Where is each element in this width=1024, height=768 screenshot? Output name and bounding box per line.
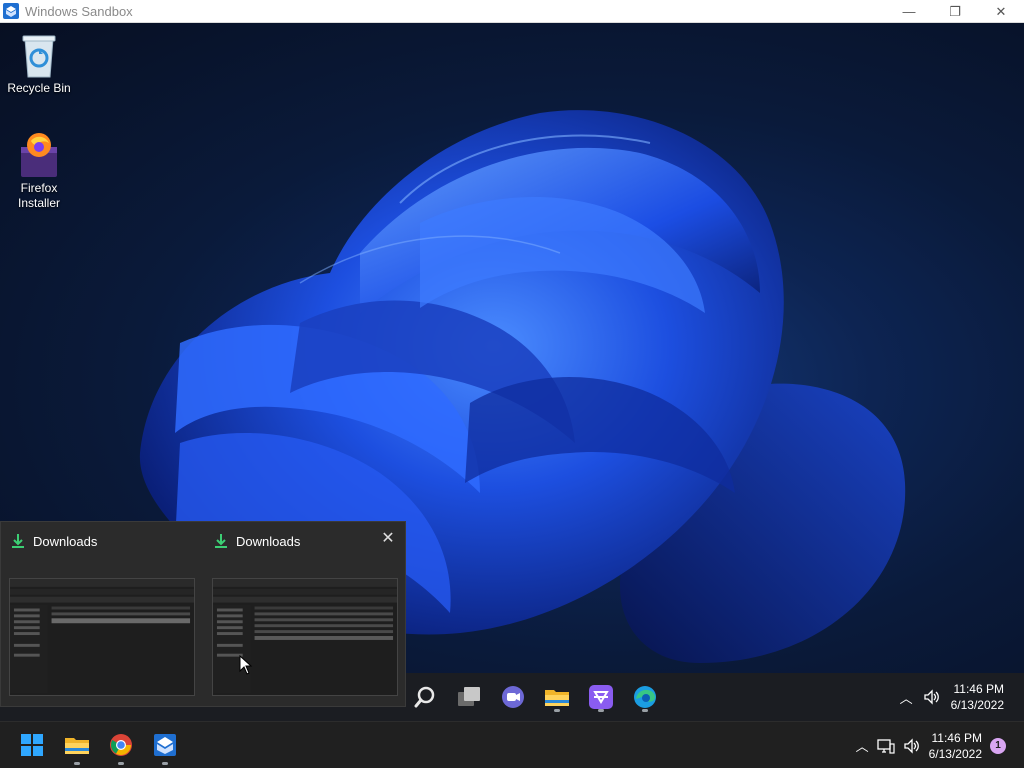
sandbox-date: 6/13/2022 (950, 698, 1004, 712)
sandbox-edge-button[interactable] (629, 681, 661, 713)
windows-sandbox-icon (154, 734, 176, 756)
host-windows-sandbox-button[interactable] (150, 730, 180, 765)
host-date: 6/13/2022 (928, 746, 982, 761)
desktop-icon-firefox-installer[interactable]: Firefox Installer (1, 131, 77, 211)
download-icon (12, 534, 24, 548)
devhome-icon (589, 685, 613, 709)
preview-downloads-2[interactable]: Downloads ✕ (204, 522, 407, 708)
task-view-icon (458, 687, 480, 706)
windows-sandbox-icon (3, 3, 19, 19)
sandbox-time: 11:46 PM (953, 682, 1004, 696)
firefox-installer-label: Firefox Installer (17, 181, 61, 210)
edge-icon (634, 686, 656, 708)
preview-close-icon[interactable]: ✕ (381, 531, 395, 547)
sandbox-titlebar[interactable]: Windows Sandbox — ❐ ✕ (0, 0, 1024, 23)
sandbox-task-view-button[interactable] (453, 681, 485, 713)
preview-downloads-1[interactable]: Downloads (1, 522, 204, 708)
teams-chat-icon (502, 686, 524, 708)
host-clock[interactable]: 11:46 PM 6/13/2022 (929, 730, 982, 762)
running-indicator (74, 762, 80, 765)
start-icon (21, 734, 43, 756)
desktop-icon-recycle-bin[interactable]: Recycle Bin (1, 31, 77, 96)
show-hidden-icons-chevron-icon[interactable]: ︿ (900, 688, 913, 707)
maximize-button[interactable]: ❐ (932, 0, 978, 23)
host-taskbar: ︿ 11:46 PM 6/13/2022 1 (0, 721, 1024, 768)
running-indicator (642, 709, 648, 712)
minimize-button[interactable]: — (886, 0, 932, 23)
explorer-window-thumbnail (212, 578, 398, 696)
recycle-bin-label: Recycle Bin (7, 81, 71, 95)
file-explorer-icon (545, 690, 569, 706)
window-title: Windows Sandbox (25, 3, 133, 19)
search-icon (414, 686, 435, 708)
mouse-cursor-icon (239, 655, 253, 675)
close-button[interactable]: ✕ (978, 0, 1024, 23)
window-controls: — ❐ ✕ (886, 0, 1024, 23)
sandbox-file-explorer-button[interactable] (541, 681, 573, 713)
show-hidden-icons-chevron-icon[interactable]: ︿ (856, 736, 869, 755)
running-indicator (162, 762, 168, 765)
sandbox-devhome-button[interactable] (585, 681, 617, 713)
running-indicator (554, 709, 560, 712)
volume-icon[interactable] (923, 689, 941, 705)
running-indicator (598, 709, 604, 712)
sandbox-search-button[interactable] (409, 681, 441, 713)
download-icon (215, 534, 227, 548)
host-chrome-button[interactable] (106, 730, 136, 765)
sandbox-system-tray: ︿ 11:46 PM 6/13/2022 (900, 673, 1004, 721)
host-time: 11:46 PM (931, 730, 982, 745)
preview-title: Downloads (33, 533, 98, 549)
sandbox-chat-button[interactable] (497, 681, 529, 713)
sandbox-clock[interactable]: 11:46 PM 6/13/2022 (951, 681, 1004, 713)
running-indicator (118, 762, 124, 765)
preview-title: Downloads (236, 533, 301, 549)
chrome-icon (110, 734, 132, 756)
host-file-explorer-button[interactable] (62, 730, 92, 765)
network-icon[interactable] (876, 738, 895, 754)
recycle-bin-icon (22, 35, 56, 78)
volume-icon[interactable] (903, 737, 921, 754)
notification-badge[interactable]: 1 (990, 737, 1006, 754)
start-button[interactable] (17, 730, 47, 760)
explorer-window-thumbnail (9, 578, 195, 696)
taskbar-thumbnail-previews: Downloads Downloads ✕ (0, 521, 406, 707)
host-system-tray: ︿ 11:46 PM 6/13/2022 1 (856, 722, 1006, 768)
file-explorer-icon (65, 738, 89, 754)
firefox-installer-icon (21, 133, 57, 177)
